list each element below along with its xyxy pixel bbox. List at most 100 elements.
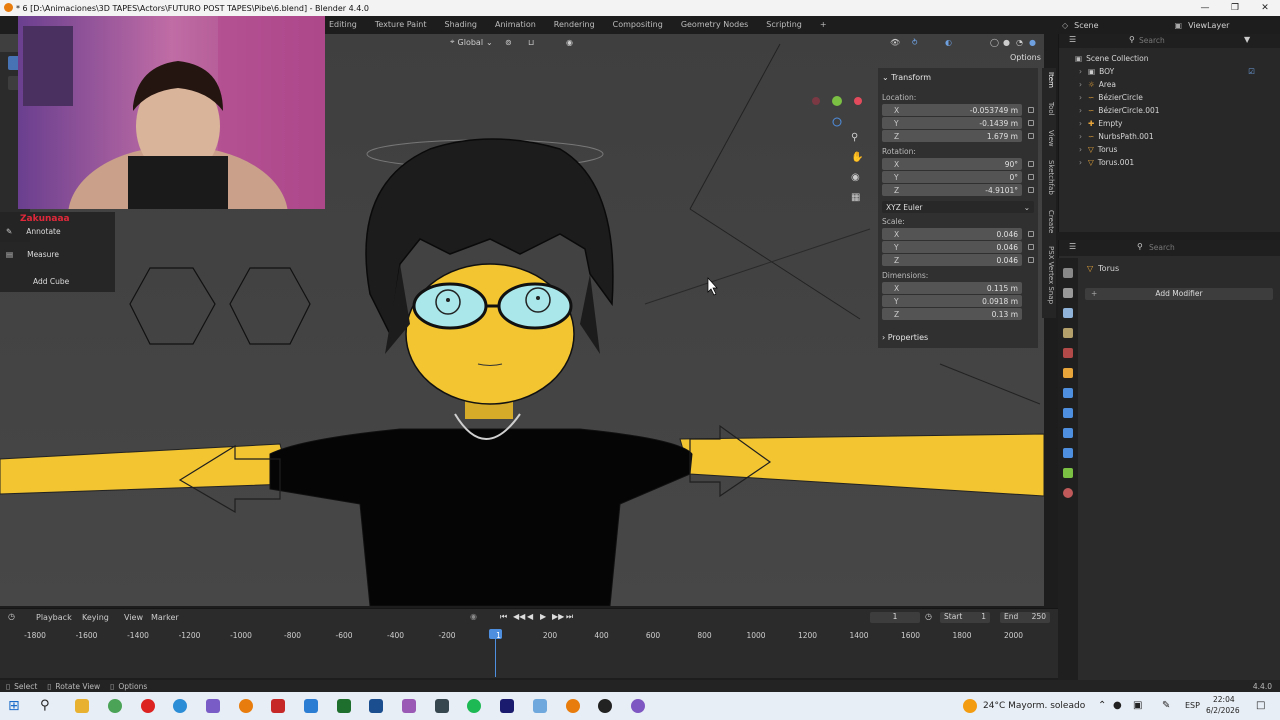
tab-editing[interactable]: Editing <box>320 16 366 34</box>
object-tab-icon[interactable] <box>1063 368 1073 378</box>
app-icon[interactable] <box>631 699 645 713</box>
app-icon[interactable] <box>402 699 416 713</box>
camera-view-icon[interactable]: ◉ <box>851 172 860 183</box>
modifier-tab-icon[interactable] <box>1063 388 1073 398</box>
minimize-button[interactable]: — <box>1190 0 1220 16</box>
chrome-icon[interactable] <box>108 699 122 713</box>
perspective-grid-icon[interactable]: ▦ <box>851 192 860 203</box>
annotate-tool[interactable]: ✎ Annotate <box>6 224 61 238</box>
app-icon[interactable] <box>304 699 318 713</box>
output-tab-icon[interactable] <box>1063 308 1073 318</box>
add-cube-tool[interactable]: Add Cube <box>33 274 69 288</box>
edge-icon[interactable] <box>173 699 187 713</box>
transform-header[interactable]: ⌄ Transform <box>882 73 931 82</box>
outliner-item-area[interactable]: › ☼ Area <box>1059 78 1280 91</box>
view-layer-tab-icon[interactable] <box>1063 328 1073 338</box>
outliner-item-torus-001[interactable]: › ▽ Torus.001 <box>1059 156 1280 169</box>
rendered-shading-icon[interactable]: ● <box>1029 38 1036 47</box>
scale-z-field[interactable]: Z 0.046 <box>882 254 1022 266</box>
rotation-y-field[interactable]: Y 0° <box>882 171 1022 183</box>
scene-selector[interactable]: ◇ Scene ▣ ViewLayer <box>1062 16 1229 34</box>
dimensions-y-field[interactable]: Y 0.0918 m <box>882 295 1022 307</box>
lock-icon[interactable] <box>1028 161 1034 167</box>
obs-icon[interactable] <box>598 699 612 713</box>
proportional-edit-icon[interactable]: ◉ <box>566 38 573 47</box>
outliner-item-beziercircle-001[interactable]: › ∽ BézierCircle.001 <box>1059 104 1280 117</box>
outliner-item-empty[interactable]: › ✚ Empty <box>1059 117 1280 130</box>
lock-icon[interactable] <box>1028 174 1034 180</box>
app-icon[interactable] <box>271 699 285 713</box>
lock-icon[interactable] <box>1028 244 1034 250</box>
lock-icon[interactable] <box>1028 257 1034 263</box>
gizmo-toggle-icon[interactable]: ⥁ <box>912 38 917 47</box>
properties-search-input[interactable]: Search <box>1149 243 1175 252</box>
scale-y-field[interactable]: Y 0.046 <box>882 241 1022 253</box>
search-icon[interactable]: ⚲ <box>40 698 50 713</box>
location-y-field[interactable]: Y -0.1439 m <box>882 117 1022 129</box>
lock-icon[interactable] <box>1028 120 1034 126</box>
tab-item[interactable]: Item <box>1043 72 1055 88</box>
tab-create[interactable]: Create <box>1043 210 1055 233</box>
opera-icon[interactable] <box>141 699 155 713</box>
tab-sketchfab[interactable]: Sketchfab <box>1043 160 1055 195</box>
tab-scripting[interactable]: Scripting <box>757 16 811 34</box>
tab-view[interactable]: View <box>1043 130 1055 147</box>
maximize-button[interactable]: ❐ <box>1220 0 1250 16</box>
dimensions-x-field[interactable]: X 0.115 m <box>882 282 1022 294</box>
close-button[interactable]: ✕ <box>1250 0 1280 16</box>
snap-icon[interactable]: ⊔ <box>528 38 534 47</box>
render-tab-icon[interactable] <box>1063 288 1073 298</box>
visibility-icon[interactable]: 👁 <box>890 38 900 47</box>
app-icon[interactable] <box>533 699 547 713</box>
outliner-item-boy[interactable]: › ▣ BOY ☑ <box>1059 65 1280 78</box>
after-effects-icon[interactable] <box>500 699 514 713</box>
add-workspace-button[interactable]: + <box>811 16 836 34</box>
outliner-item-beziercircle[interactable]: › ∽ BézierCircle <box>1059 91 1280 104</box>
weather-text[interactable]: 24°C Mayorm. soleado <box>983 701 1085 711</box>
rotation-x-field[interactable]: X 90° <box>882 158 1022 170</box>
tab-shading[interactable]: Shading <box>436 16 487 34</box>
properties-editor-icon[interactable]: ☰ <box>1069 242 1076 251</box>
properties-header[interactable]: › Properties <box>882 333 928 342</box>
outliner-item-nurbspath[interactable]: › ∽ NurbsPath.001 <box>1059 130 1280 143</box>
weather-icon[interactable] <box>963 699 977 713</box>
zoom-icon[interactable]: ⚲ <box>851 132 858 143</box>
spotify-icon[interactable] <box>467 699 481 713</box>
tab-tool[interactable]: Tool <box>1043 102 1055 116</box>
windows-start-icon[interactable]: ⊞ <box>8 698 20 714</box>
lock-icon[interactable] <box>1028 107 1034 113</box>
network-icon[interactable]: ▣ <box>1133 700 1142 711</box>
timeline-ruler[interactable]: -1800 -1600 -1400 -1200 -1000 -800 -600 -400 -20… <box>0 609 1058 679</box>
checkbox-icon[interactable]: ☑ <box>1248 67 1255 76</box>
physics-tab-icon[interactable] <box>1063 428 1073 438</box>
scene-collection-row[interactable]: ▣ Scene Collection <box>1059 52 1280 65</box>
lock-icon[interactable] <box>1028 231 1034 237</box>
location-x-field[interactable]: X -0.053749 m <box>882 104 1022 116</box>
outliner-item-torus[interactable]: › ▽ Torus <box>1059 143 1280 156</box>
material-shading-icon[interactable]: ◔ <box>1016 38 1023 47</box>
clock-date[interactable]: 6/2/2026 <box>1206 706 1240 715</box>
pen-icon[interactable]: ✎ <box>1162 700 1170 711</box>
particles-tab-icon[interactable] <box>1063 408 1073 418</box>
transform-orientation[interactable]: ⌖ Global ⌄ <box>450 37 493 47</box>
chevron-up-icon[interactable]: ⌃ <box>1098 700 1106 711</box>
blender-icon[interactable] <box>566 699 580 713</box>
tab-geometry-nodes[interactable]: Geometry Nodes <box>672 16 757 34</box>
solid-shading-icon[interactable]: ● <box>1003 38 1010 47</box>
language-indicator[interactable]: ESP <box>1185 701 1200 710</box>
location-z-field[interactable]: Z 1.679 m <box>882 130 1022 142</box>
material-tab-icon[interactable] <box>1063 488 1073 498</box>
constraints-tab-icon[interactable] <box>1063 448 1073 458</box>
outliner-search-input[interactable]: Search <box>1139 36 1165 45</box>
microphone-icon[interactable]: ● <box>1113 700 1122 711</box>
tool-tab-icon[interactable] <box>1063 268 1073 278</box>
notification-icon[interactable]: □ <box>1256 700 1265 711</box>
tab-texture-paint[interactable]: Texture Paint <box>366 16 436 34</box>
measure-tool[interactable]: ▤ Measure <box>6 247 59 261</box>
blender-icon[interactable] <box>239 699 253 713</box>
lock-icon[interactable] <box>1028 133 1034 139</box>
wireframe-shading-icon[interactable]: ◯ <box>990 38 999 47</box>
scale-x-field[interactable]: X 0.046 <box>882 228 1022 240</box>
filter-icon[interactable]: ▼ <box>1244 35 1250 44</box>
rotation-z-field[interactable]: Z -4.9101° <box>882 184 1022 196</box>
